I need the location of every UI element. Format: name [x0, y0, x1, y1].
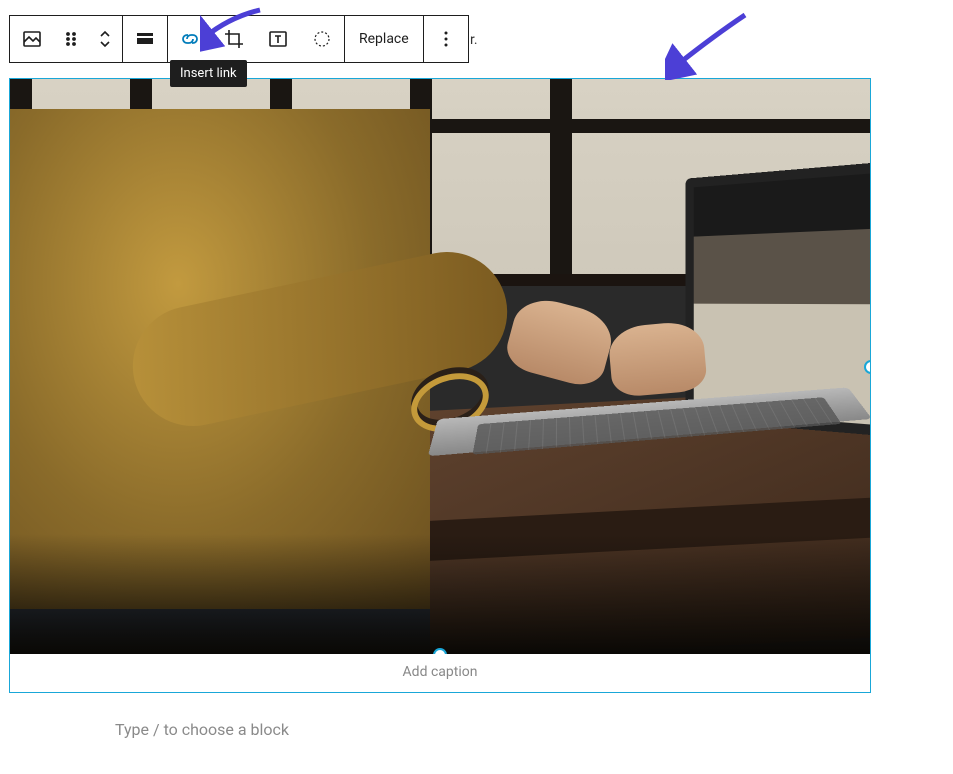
block-type-image-button[interactable] [10, 16, 54, 62]
more-options-icon [434, 27, 458, 51]
background-text-fragment: r. [470, 32, 478, 48]
text-overlay-icon [266, 27, 290, 51]
drag-handle-icon [59, 27, 83, 51]
image-caption-input[interactable]: Add caption [10, 654, 870, 692]
replace-button[interactable]: Replace [345, 16, 423, 62]
link-icon [178, 27, 202, 51]
block-toolbar: Replace [9, 15, 469, 63]
image-placeholder-scene [10, 79, 870, 654]
crop-icon [222, 27, 246, 51]
image-icon [20, 27, 44, 51]
duotone-button[interactable] [300, 16, 344, 62]
image-block[interactable]: Add caption [9, 78, 871, 693]
align-button[interactable] [123, 16, 167, 62]
block-appender-prompt[interactable]: Type / to choose a block [115, 720, 289, 739]
text-overlay-button[interactable] [256, 16, 300, 62]
move-up-down-button[interactable] [88, 16, 122, 62]
insert-link-button[interactable] [168, 16, 212, 62]
move-up-down-icon [93, 27, 117, 51]
tooltip-insert-link: Insert link [170, 60, 247, 87]
align-icon [133, 27, 157, 51]
more-options-button[interactable] [424, 16, 468, 62]
annotation-arrow-2 [665, 10, 755, 80]
crop-button[interactable] [212, 16, 256, 62]
drag-handle-button[interactable] [54, 16, 88, 62]
image-content[interactable] [10, 79, 870, 654]
duotone-icon [310, 27, 334, 51]
